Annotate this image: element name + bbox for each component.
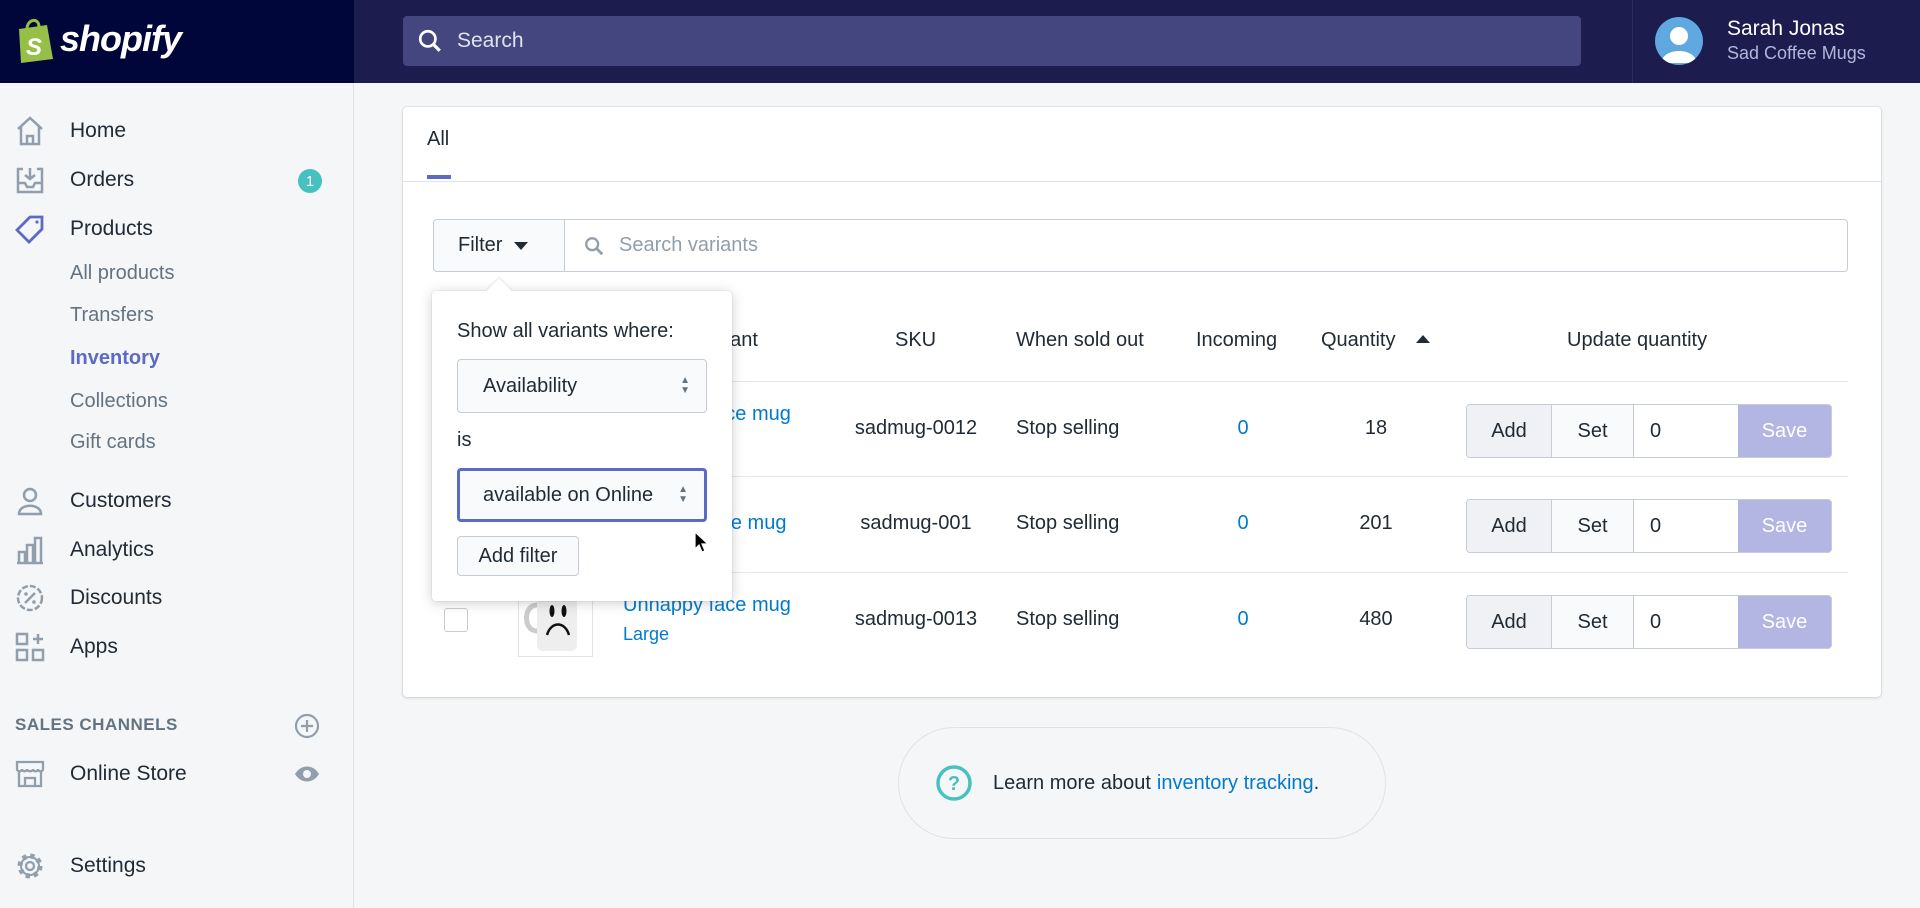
sidebar-item-label: Orders (70, 168, 135, 191)
sidebar-item-label: Settings (70, 854, 146, 877)
incoming-link[interactable]: 0 (1203, 608, 1283, 631)
filter-field-select[interactable]: Availability ▲ ▼ (457, 359, 707, 413)
eye-icon[interactable] (293, 764, 321, 784)
sidebar-sub-transfers[interactable]: Transfers (70, 304, 154, 327)
tab-active-indicator (427, 175, 451, 179)
save-button[interactable]: Save (1738, 405, 1831, 457)
store-icon (15, 760, 45, 788)
update-quantity-group: Add Set 0 Save (1466, 404, 1832, 458)
update-quantity-group: Add Set 0 Save (1466, 499, 1832, 553)
variant-link[interactable]: Large (623, 624, 669, 645)
search-input[interactable]: Search (403, 16, 1581, 66)
person-icon (17, 487, 43, 516)
set-button[interactable]: Set (1552, 500, 1634, 552)
set-button[interactable]: Set (1552, 405, 1634, 457)
sidebar-sub-collections[interactable]: Collections (70, 390, 168, 413)
search-variants-input[interactable]: Search variants (564, 219, 1848, 272)
avatar[interactable] (1655, 17, 1703, 65)
filter-popover: Show all variants where: Availability ▲ ▼ … (432, 278, 732, 601)
when-sold-out: Stop selling (1016, 608, 1120, 630)
when-sold-out: Stop selling (1016, 417, 1120, 439)
sales-channels-heading: SALES CHANNELS (15, 715, 178, 734)
quantity: 201 (1359, 512, 1393, 534)
quantity-input[interactable]: 0 (1634, 596, 1738, 648)
apps-icon (15, 632, 45, 662)
inventory-tracking-link[interactable]: inventory tracking (1157, 772, 1314, 795)
filter-label: Filter (458, 234, 503, 256)
discount-icon (16, 584, 44, 612)
filter-field-value: Availability (483, 374, 578, 397)
help-suffix: . (1313, 771, 1320, 794)
home-icon (17, 116, 43, 146)
save-button[interactable]: Save (1738, 596, 1831, 648)
row-checkbox[interactable] (444, 608, 468, 632)
sku: sadmug-001 (860, 512, 972, 534)
sidebar-sub-inventory[interactable]: Inventory (70, 347, 160, 370)
col-incoming[interactable]: Incoming (1196, 329, 1277, 352)
incoming-link[interactable]: 0 (1203, 512, 1283, 535)
add-channel-icon[interactable] (294, 713, 320, 739)
add-button[interactable]: Add (1467, 500, 1552, 552)
quantity-input[interactable]: 0 (1634, 500, 1738, 552)
orders-icon (16, 167, 44, 194)
is-label: is (457, 429, 472, 451)
sidebar-item-label: Discounts (70, 586, 163, 609)
sku: sadmug-0012 (854, 417, 978, 439)
sidebar-item-label: Home (70, 119, 127, 142)
bar-chart-icon (17, 536, 43, 565)
sidebar-item-label: Analytics (70, 538, 155, 561)
shopify-logo-text: shopify (60, 18, 182, 59)
orders-badge: 1 (298, 169, 322, 193)
col-quantity[interactable]: Quantity (1321, 329, 1395, 352)
save-button[interactable]: Save (1738, 500, 1831, 552)
sort-ascending-icon[interactable] (1416, 335, 1430, 343)
shopify-bag-icon: S (19, 19, 53, 63)
incoming-link[interactable]: 0 (1203, 417, 1283, 440)
svg-text:?: ? (948, 773, 960, 795)
popover-title: Show all variants where: (457, 320, 674, 342)
col-sku[interactable]: SKU (895, 329, 936, 352)
tab-all[interactable]: All (427, 128, 449, 151)
search-placeholder: Search (457, 29, 524, 52)
help-footer: ? Learn more about inventory tracking . (898, 727, 1386, 839)
tag-icon (15, 215, 44, 244)
store-name: Sad Coffee Mugs (1727, 43, 1866, 63)
sidebar-sub-gift-cards[interactable]: Gift cards (70, 431, 156, 454)
gear-icon (17, 853, 43, 879)
search-variants-placeholder: Search variants (619, 234, 758, 256)
sidebar-item-label: Products (70, 217, 153, 240)
add-filter-button[interactable]: Add filter (457, 536, 579, 576)
mouse-cursor-icon (694, 531, 710, 553)
sku: sadmug-0013 (854, 608, 978, 630)
select-arrows-icon: ▲ ▼ (680, 375, 690, 396)
sidebar-item-label: Customers (70, 489, 172, 512)
logo-area: S shopify (0, 0, 354, 83)
select-arrows-icon: ▲ ▼ (678, 484, 688, 505)
sidebar-item-label: Apps (70, 635, 118, 658)
update-quantity-group: Add Set 0 Save (1466, 595, 1832, 649)
help-text: Learn more about (993, 771, 1151, 794)
caret-down-icon (514, 241, 529, 250)
svg-text:S: S (26, 34, 42, 61)
col-update-quantity: Update quantity (1567, 329, 1708, 351)
user-name: Sarah Jonas (1727, 17, 1845, 40)
filter-button[interactable]: Filter (433, 219, 565, 272)
filter-value: available on Online (483, 483, 654, 506)
quantity-input[interactable]: 0 (1634, 405, 1738, 457)
col-when-sold-out[interactable]: When sold out (1016, 329, 1144, 352)
quantity: 18 (1364, 417, 1388, 439)
search-icon (585, 236, 604, 255)
quantity: 480 (1359, 608, 1393, 630)
add-button[interactable]: Add (1467, 596, 1552, 648)
filter-value-select[interactable]: available on Online ▲ ▼ (457, 468, 707, 522)
set-button[interactable]: Set (1552, 596, 1634, 648)
sidebar-item-label: Online Store (70, 762, 187, 785)
tab-divider (403, 181, 1881, 182)
add-button[interactable]: Add (1467, 405, 1552, 457)
help-question-icon: ? (936, 765, 972, 801)
search-icon (418, 29, 441, 52)
sidebar-sub-all-products[interactable]: All products (70, 262, 175, 285)
when-sold-out: Stop selling (1016, 512, 1120, 534)
